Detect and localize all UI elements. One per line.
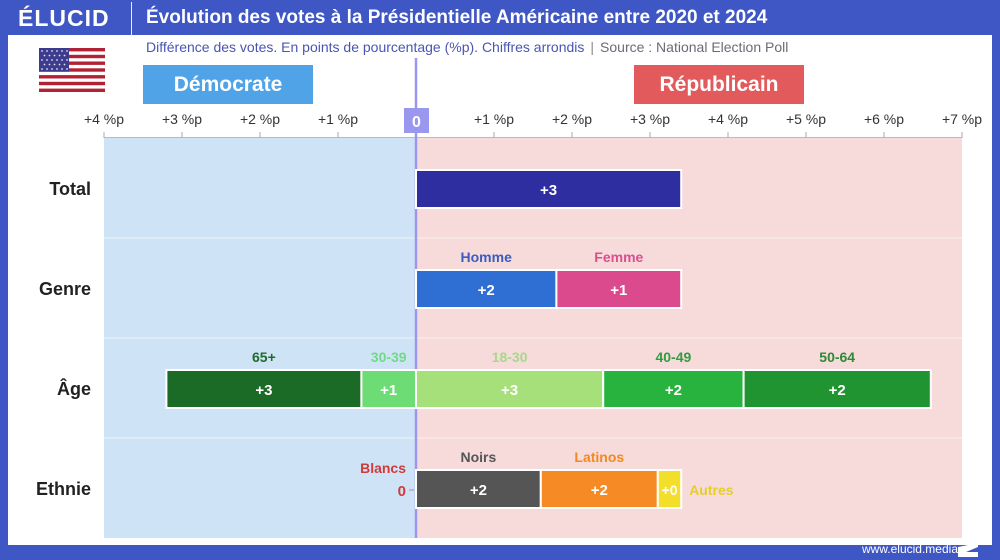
row-label-2: Âge <box>57 378 91 399</box>
x-tick-label: +2 %p <box>240 111 280 127</box>
x-tick-label: +1 %p <box>474 111 514 127</box>
x-tick-label: +4 %p <box>708 111 748 127</box>
bar-category-label: Noirs <box>461 449 497 465</box>
x-tick-label: +7 %p <box>942 111 982 127</box>
x-tick-label: +3 %p <box>162 111 202 127</box>
x-tick-label: +4 %p <box>84 111 124 127</box>
bar-value-label: +2 <box>470 482 487 499</box>
bar-value-label: +1 <box>610 282 627 299</box>
bar-value-label: +2 <box>478 282 495 299</box>
bar-category-label: Homme <box>461 249 513 265</box>
x-tick-label: +2 %p <box>552 111 592 127</box>
bar-category-label: 65+ <box>252 349 276 365</box>
bar-value-label: +2 <box>829 382 846 399</box>
x-tick-label: +1 %p <box>318 111 358 127</box>
x-tick-label: +3 %p <box>630 111 670 127</box>
row-label-1: Genre <box>39 279 91 299</box>
bar-category-label: 18-30 <box>492 349 528 365</box>
bar-category-label: Latinos <box>574 449 624 465</box>
elucid-flag-icon <box>958 543 978 557</box>
bar-value-label: +3 <box>540 182 557 199</box>
row-label-0: Total <box>49 179 91 199</box>
bar-category-label: 50-64 <box>819 349 855 365</box>
bar-category-label: Autres <box>689 482 734 498</box>
bar-value-label: +0 <box>662 482 678 498</box>
bar-category-label: 40-49 <box>655 349 691 365</box>
diverging-bar-chart: +4 %p +3 %p +2 %p +1 %p +1 %p +2 %p +3 %p +4 %p… <box>36 58 982 538</box>
bar-value-label: +3 <box>255 382 272 399</box>
x-tick-label: +5 %p <box>786 111 826 127</box>
bar-value-label: +3 <box>501 382 518 399</box>
zero-badge-label: 0 <box>412 114 421 131</box>
row-label-3: Ethnie <box>36 479 91 499</box>
bar-value-label: +2 <box>591 482 608 499</box>
x-tick-label: +6 %p <box>864 111 904 127</box>
zero-category-label: Blancs <box>360 460 406 476</box>
footer-url[interactable]: www.elucid.media <box>862 542 958 556</box>
bar-category-label: 30-39 <box>371 349 407 365</box>
zero-value-label: 0 <box>398 483 406 500</box>
bar-value-label: +1 <box>380 382 397 399</box>
bar-value-label: +2 <box>665 382 682 399</box>
bar-category-label: Femme <box>594 249 643 265</box>
